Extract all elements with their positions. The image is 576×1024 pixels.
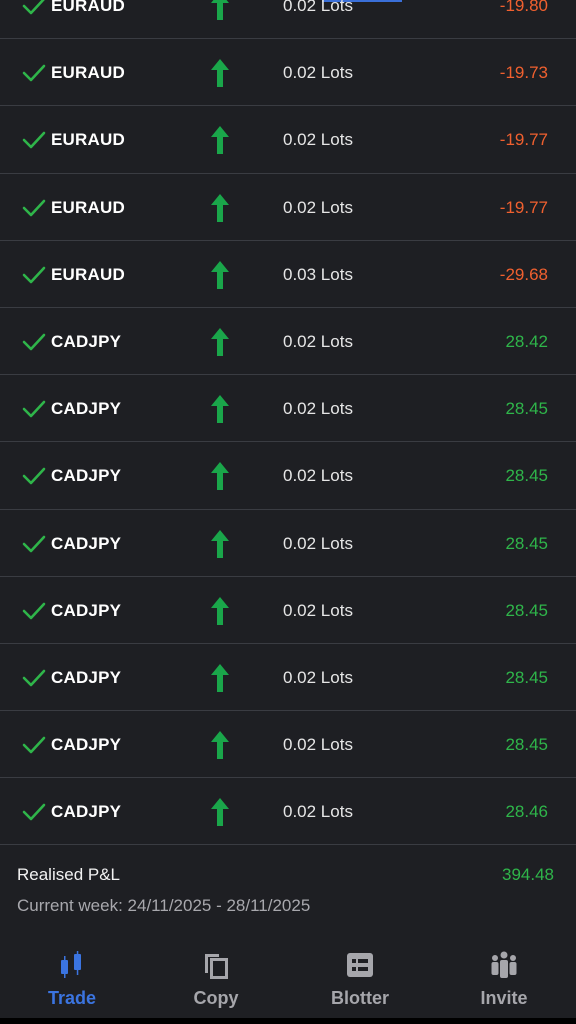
trade-pnl: 28.45 (505, 466, 548, 486)
arrow-up-icon (211, 529, 229, 558)
candlestick-icon (61, 951, 81, 978)
arrow-up-icon (211, 193, 229, 222)
realised-pnl-label: Realised P&L (17, 865, 121, 884)
trade-symbol: CADJPY (51, 802, 122, 822)
trade-symbol: CADJPY (51, 600, 122, 620)
trade-pnl: 28.45 (505, 533, 548, 553)
trade-lots: 0.02 Lots (283, 197, 353, 217)
trade-lots: 0.02 Lots (283, 466, 353, 486)
trade-lots: 0.02 Lots (283, 130, 353, 150)
checkmark-icon (22, 468, 46, 485)
checkmark-icon (22, 64, 46, 82)
trade-symbol: CADJPY (51, 466, 122, 486)
trade-row[interactable]: EURAUD 0.03 Lots -29.68 (0, 241, 576, 308)
realised-pnl-value: 394.48 (502, 865, 554, 884)
trade-lots: 0.02 Lots (283, 600, 353, 620)
trade-row[interactable]: CADJPY 0.02 Lots 28.45 (0, 711, 576, 779)
trade-symbol: EURAUD (51, 130, 125, 150)
trade-pnl: -19.77 (499, 130, 548, 150)
arrow-up-icon (211, 798, 229, 827)
checkmark-icon (22, 199, 46, 216)
copy-icon (205, 954, 228, 979)
trade-symbol: CADJPY (51, 667, 122, 687)
arrow-up-icon (211, 260, 229, 289)
trade-row[interactable]: CADJPY 0.02 Lots 28.42 (0, 308, 576, 376)
trade-lots: 0.02 Lots (283, 802, 353, 822)
trade-symbol: CADJPY (51, 533, 122, 553)
blotter-list-icon (347, 953, 373, 977)
trade-lots: 0.02 Lots (283, 735, 353, 755)
nav-copy-label: Copy (193, 988, 239, 1008)
screen: EURAUD 0.02 Lots -19.80 EURAUD 0.02 Lots -19.… (0, 0, 576, 1024)
checkmark-icon (22, 535, 46, 552)
nav-blotter-label: Blotter (331, 988, 389, 1008)
arrow-up-icon (211, 731, 229, 760)
trade-lots: 0.02 Lots (283, 331, 353, 351)
checkmark-icon (22, 400, 46, 418)
trade-symbol: EURAUD (51, 0, 125, 15)
checkmark-icon (22, 333, 46, 351)
trade-row[interactable]: CADJPY 0.02 Lots 28.45 (0, 644, 576, 712)
checkmark-icon (22, 266, 46, 284)
trade-row[interactable]: EURAUD 0.02 Lots -19.77 (0, 174, 576, 241)
trade-row[interactable]: EURAUD 0.02 Lots -19.73 (0, 39, 576, 107)
trade-lots: 0.02 Lots (283, 0, 353, 15)
trade-symbol: CADJPY (51, 399, 122, 419)
checkmark-icon (22, 736, 46, 754)
arrow-up-icon (211, 395, 229, 424)
trade-pnl: -19.73 (499, 63, 548, 83)
trade-lots: 0.02 Lots (283, 533, 353, 553)
trade-lots: 0.02 Lots (283, 63, 353, 83)
checkmark-icon (22, 0, 45, 15)
trade-pnl: 28.42 (505, 331, 548, 351)
system-bar (0, 1018, 576, 1024)
period-range: Current week: 24/11/2025 - 28/11/2025 (17, 896, 311, 915)
trade-row[interactable]: CADJPY 0.02 Lots 28.45 (0, 442, 576, 510)
arrow-up-icon (211, 126, 229, 155)
trade-pnl: -29.68 (499, 264, 548, 284)
arrow-up-icon (211, 462, 229, 491)
trade-pnl: 28.45 (505, 600, 548, 620)
trade-pnl: -19.80 (499, 0, 548, 15)
checkmark-icon (22, 132, 46, 149)
trade-lots: 0.02 Lots (283, 399, 353, 419)
trade-row[interactable]: CADJPY 0.02 Lots 28.45 (0, 510, 576, 577)
arrow-up-icon (211, 0, 229, 20)
arrow-up-icon (211, 327, 229, 356)
trade-pnl: 28.45 (505, 399, 548, 419)
bottom-navigation: Trade Copy Blotter Invite (0, 938, 576, 1018)
trade-pnl: 28.45 (505, 735, 548, 755)
trade-row[interactable]: EURAUD 0.02 Lots -19.77 (0, 106, 576, 174)
people-icon (491, 951, 517, 978)
trade-symbol: CADJPY (51, 735, 122, 755)
trade-pnl: -19.77 (499, 197, 548, 217)
trade-lots: 0.02 Lots (283, 667, 353, 687)
trade-symbol: EURAUD (51, 264, 125, 284)
checkmark-icon (22, 669, 46, 687)
trade-symbol: EURAUD (51, 197, 125, 217)
arrow-up-icon (211, 59, 229, 88)
trade-symbol: EURAUD (51, 63, 125, 83)
trade-row[interactable]: EURAUD 0.02 Lots -19.80 (0, 0, 576, 40)
trade-list[interactable]: EURAUD 0.02 Lots -19.80 EURAUD 0.02 Lots -19.… (0, 0, 576, 846)
trade-symbol: CADJPY (51, 331, 122, 351)
nav-trade-label: Trade (47, 988, 97, 1008)
trade-row[interactable]: CADJPY 0.02 Lots 28.45 (0, 375, 576, 443)
trade-pnl: 28.45 (505, 667, 548, 687)
checkmark-icon (22, 803, 46, 821)
arrow-up-icon (211, 663, 229, 692)
nav-invite[interactable]: Invite (432, 938, 576, 1018)
arrow-up-icon (211, 596, 229, 625)
trade-row[interactable]: CADJPY 0.02 Lots 28.45 (0, 577, 576, 644)
nav-trade[interactable]: Trade (0, 938, 144, 1018)
checkmark-icon (22, 602, 46, 619)
nav-invite-label: Invite (480, 988, 528, 1008)
trade-lots: 0.03 Lots (283, 264, 353, 284)
realised-pnl-summary: Realised P&L 394.48 Current week: 24/11/… (0, 848, 576, 928)
nav-copy[interactable]: Copy (144, 938, 288, 1018)
trade-pnl: 28.46 (505, 802, 548, 822)
nav-blotter[interactable]: Blotter (288, 938, 432, 1018)
trade-row[interactable]: CADJPY 0.02 Lots 28.46 (0, 778, 576, 846)
